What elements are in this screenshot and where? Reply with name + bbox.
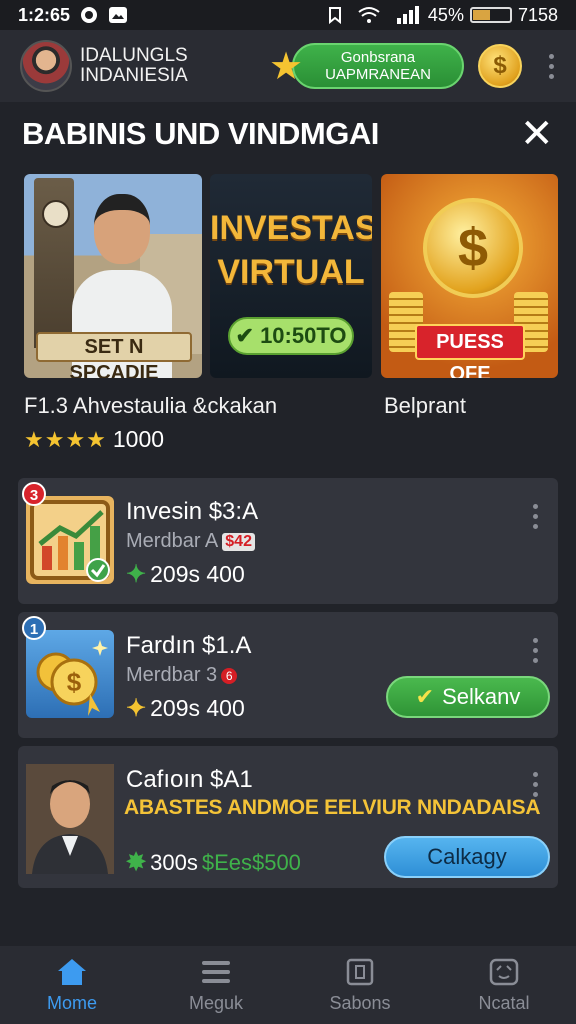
banner-label: PUESS OFE	[415, 324, 525, 378]
item-title: Cafıoın $A1	[126, 766, 253, 793]
nav-label: Sabons	[329, 992, 391, 1013]
record-icon	[80, 6, 98, 24]
nav-label: Mome	[46, 992, 97, 1013]
rating: ★★★★ 1000	[24, 426, 164, 453]
document-icon	[346, 957, 374, 987]
brand-line-1: IDALUNGLS	[80, 45, 188, 66]
battery-percent: 45%	[427, 4, 464, 25]
coin-icon[interactable]: $	[478, 44, 522, 88]
menu-icon	[200, 957, 232, 987]
nav-documents[interactable]: Sabons	[288, 946, 432, 1024]
list-item[interactable]: Cafıoın $A1 ABASTES ANDMOE EELVIUR NNDAD…	[18, 746, 558, 888]
status-extra: 7158	[517, 4, 558, 25]
nav-home[interactable]: Mome	[0, 946, 144, 1024]
timer-value: 10:50TO	[260, 323, 347, 348]
list-item[interactable]: $ 1 Fardın $1.A Merdbar 3 6 ✦ 209s 400 ✔…	[18, 612, 558, 738]
svg-text:$: $	[67, 667, 82, 697]
brand-name: IDALUNGLS INDANIESIA	[80, 46, 188, 86]
battery-icon	[469, 7, 512, 23]
nav-menu[interactable]: Meguk	[144, 946, 288, 1024]
section-title: BABINIS UND VINDMGAI	[22, 116, 379, 151]
signal-icon	[396, 6, 422, 24]
item-subtitle-text: Merdbar A	[126, 530, 219, 552]
avatar[interactable]	[20, 40, 72, 92]
brand-line-2: INDANIESIA	[80, 65, 188, 86]
bottom-navigation: Mome Meguk Sabons Ncatal	[0, 946, 576, 1024]
close-icon[interactable]: ✕	[520, 114, 554, 154]
more-options-icon[interactable]	[530, 638, 540, 663]
calculate-button[interactable]: Calkagy	[384, 836, 550, 878]
sparkle-icon: ✦	[126, 561, 147, 588]
check-icon: ✔	[415, 684, 435, 709]
notification-badge: 3	[22, 482, 46, 506]
banner-title: INVESTASI VIRTUAL	[210, 206, 372, 294]
more-options-icon[interactable]	[530, 504, 540, 529]
list-item[interactable]: 3 Invesin $3:A Merdbar A $42 ✦ 209s 400	[18, 478, 558, 604]
item-title: Invesin $3:A	[126, 498, 259, 525]
star-icon: ★	[268, 45, 304, 88]
select-button-label: Selkanv	[442, 684, 521, 709]
more-options-icon[interactable]	[546, 53, 556, 79]
item-stat: ✦ 209s 400	[126, 560, 245, 589]
coins-award-icon: $	[26, 630, 114, 718]
notification-badge: 1	[22, 616, 46, 640]
rewards-pill-button[interactable]: Gonbsrana UAPMRANEAN	[292, 43, 464, 89]
item-stat: ✦ 209s 400	[126, 694, 245, 723]
check-icon: ✔	[235, 323, 254, 348]
pill-line-2: UAPMRANEAN	[325, 66, 431, 83]
count-badge: 6	[221, 667, 238, 684]
coin-symbol: $	[493, 52, 507, 79]
featured-banner-coins[interactable]: $ PUESS OFE	[381, 174, 558, 378]
dollar-coin-icon: $	[423, 198, 523, 298]
featured-caption[interactable]: F1.3 Ahvestaulia &ckakan	[24, 393, 277, 419]
item-title: Fardın $1.A	[126, 632, 252, 659]
item-stat: ✸ 300s $Ees$500	[126, 848, 301, 877]
banner-title-line-1: INVESTASI	[210, 209, 372, 247]
select-button[interactable]: ✔ Selkanv	[386, 676, 550, 718]
item-stat-price: $Ees$500	[201, 849, 301, 875]
person-photo	[26, 764, 114, 874]
more-options-icon[interactable]	[530, 772, 540, 797]
item-subtitle: Merdbar A $42	[126, 530, 255, 553]
chart-growth-icon	[26, 496, 114, 584]
price-tag: $42	[222, 532, 255, 551]
item-subtitle: Merdbar 3 6	[126, 664, 238, 687]
timer-badge: ✔ 10:50TO	[228, 317, 354, 355]
battery-level	[472, 10, 491, 20]
notification-icon	[328, 6, 342, 24]
rating-stars: ★★★★	[24, 426, 107, 452]
featured-banner-investasi[interactable]: INVESTASI VIRTUAL ✔ 10:50TO	[210, 174, 372, 378]
sparkle-icon: ✸	[126, 849, 147, 876]
nav-label: Ncatal	[478, 992, 530, 1013]
pill-line-1: Gonbsrana	[340, 49, 416, 66]
image-icon	[108, 6, 128, 24]
nav-label: Meguk	[188, 992, 244, 1013]
sparkle-icon: ✦	[126, 695, 147, 722]
featured-banner-person[interactable]: SET N SPCADIE	[24, 174, 202, 378]
home-icon	[56, 957, 88, 987]
item-stat-value: 300s	[150, 849, 198, 875]
status-time: 1:2:65	[18, 4, 71, 25]
promo-text: ABASTES ANDMOE EELVIUR NNDADAISA	[124, 796, 541, 819]
profile-icon	[489, 957, 519, 987]
item-subtitle-text: Merdbar 3	[126, 664, 218, 686]
item-stat-value: 209s 400	[150, 695, 245, 721]
rating-count: 1000	[112, 426, 165, 452]
featured-caption-secondary[interactable]: Belprant	[384, 393, 466, 419]
banner-title-line-2: VIRTUAL	[217, 253, 365, 291]
wifi-icon	[358, 6, 380, 24]
item-stat-value: 209s 400	[150, 561, 245, 587]
coin-symbol: $	[457, 218, 489, 278]
status-bar: 1:2:65 45% 7158	[0, 0, 576, 30]
banner-label: SET N SPCADIE	[36, 332, 192, 378]
clock-tower-illustration	[34, 178, 74, 348]
app-header: IDALUNGLS INDANIESIA ★ Gonbsrana UAPMRAN…	[0, 30, 576, 102]
nav-profile[interactable]: Ncatal	[432, 946, 576, 1024]
calculate-button-label: Calkagy	[427, 844, 507, 869]
